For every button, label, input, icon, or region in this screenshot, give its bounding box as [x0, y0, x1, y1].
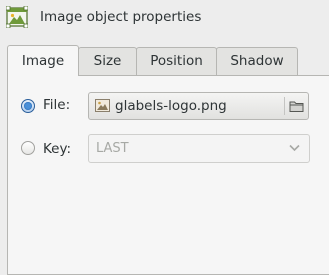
key-combo[interactable]: LAST: [88, 134, 310, 163]
file-chooser-button[interactable]: glabels-logo.png: [88, 92, 309, 120]
image-file-icon: [95, 99, 110, 112]
file-chooser-separator: [284, 97, 285, 115]
image-object-icon: [6, 6, 28, 28]
tab-size[interactable]: Size: [78, 47, 137, 75]
tab-shadow[interactable]: Shadow: [216, 47, 298, 75]
dialog-title: Image object properties: [40, 9, 202, 25]
file-radio-label[interactable]: File:: [43, 97, 70, 113]
chevron-down-icon: [289, 144, 300, 152]
folder-icon: [289, 101, 304, 112]
dialog-header: Image object properties: [0, 0, 329, 36]
key-radio-label[interactable]: Key:: [43, 141, 71, 157]
tab-position[interactable]: Position: [136, 47, 217, 75]
tab-image[interactable]: Image: [7, 45, 79, 76]
key-combo-value: LAST: [96, 141, 129, 156]
file-radio[interactable]: [21, 99, 35, 113]
file-name: glabels-logo.png: [115, 98, 227, 114]
key-radio[interactable]: [21, 141, 35, 155]
